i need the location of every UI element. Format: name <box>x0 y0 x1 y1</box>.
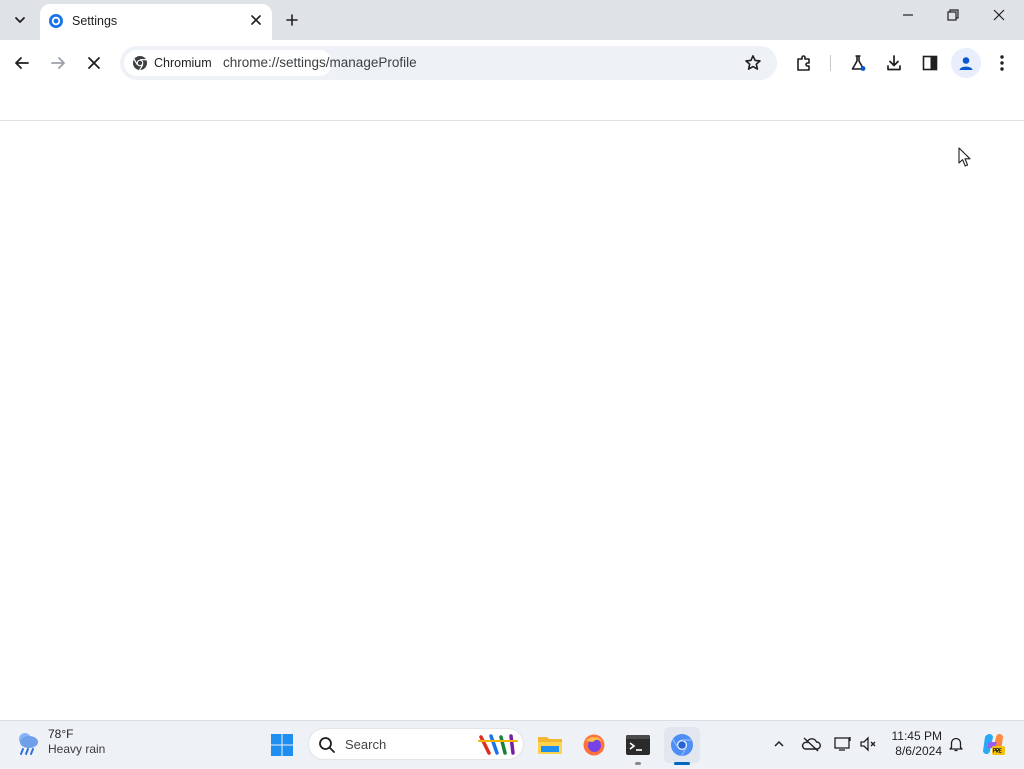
forward-button[interactable] <box>43 48 73 78</box>
close-icon <box>251 15 261 25</box>
chromium-icon <box>133 56 147 71</box>
plus-icon <box>286 14 298 26</box>
search-icon <box>319 737 335 753</box>
mouse-cursor-icon <box>958 147 971 167</box>
notifications-button[interactable] <box>945 733 967 755</box>
show-hidden-icons-button[interactable] <box>768 733 790 755</box>
labs-button[interactable] <box>843 48 873 78</box>
terminal-icon <box>626 735 650 755</box>
stop-icon <box>88 57 100 69</box>
clock-date: 8/6/2024 <box>895 744 942 758</box>
minimize-icon <box>903 14 913 16</box>
search-highlight-art <box>478 734 518 755</box>
taskbar-search[interactable]: Search <box>308 728 524 760</box>
chromium-running-indicator <box>674 762 690 765</box>
volume-icon <box>860 736 876 752</box>
stop-loading-button[interactable] <box>79 48 109 78</box>
weather-description: Heavy rain <box>48 742 106 756</box>
restore-icon <box>947 9 959 21</box>
volume-tray-button[interactable] <box>857 733 879 755</box>
taskbar-clock[interactable]: 11:45 PM 8/6/2024 <box>884 729 942 759</box>
onedrive-tray-button[interactable] <box>800 733 822 755</box>
copilot-button[interactable] <box>978 729 1008 759</box>
close-window-button[interactable] <box>976 0 1022 30</box>
page-content <box>0 121 1024 719</box>
back-button[interactable] <box>7 48 37 78</box>
close-window-icon <box>993 9 1005 21</box>
weather-temperature: 78°F <box>48 727 74 741</box>
network-tray-button[interactable] <box>832 733 854 755</box>
network-icon <box>834 737 851 751</box>
browser-toolbar: Chromium chrome://settings/manageProfile <box>0 40 1024 85</box>
active-tab[interactable]: Settings <box>40 4 272 40</box>
firefox-button[interactable] <box>576 727 612 763</box>
kebab-menu-icon <box>1000 55 1004 71</box>
chromium-taskbar-button[interactable] <box>664 727 700 763</box>
terminal-button[interactable] <box>620 727 656 763</box>
tab-title: Settings <box>72 14 118 28</box>
tab-strip: Settings <box>0 0 1024 40</box>
downloads-button[interactable] <box>879 48 909 78</box>
firefox-icon <box>583 734 605 756</box>
bell-icon <box>949 737 963 752</box>
page-header-strip <box>0 85 1024 121</box>
weather-widget[interactable]: 78°F Heavy rain <box>14 727 105 757</box>
copilot-icon <box>983 734 1005 755</box>
extensions-icon <box>797 55 810 71</box>
settings-favicon <box>49 14 63 28</box>
extensions-button[interactable] <box>789 48 819 78</box>
minimize-button[interactable] <box>885 0 931 30</box>
profile-icon <box>959 57 973 70</box>
windows-start-icon <box>271 734 293 756</box>
forward-arrow-icon <box>51 57 65 69</box>
download-icon <box>887 55 901 71</box>
taskbar: 78°F Heavy rain Search 11:45 PM 8/6/2024 <box>0 720 1024 769</box>
site-info-label: Chromium <box>154 56 212 70</box>
labs-flask-icon <box>851 55 866 71</box>
chromium-taskbar-icon <box>671 734 693 757</box>
url-text[interactable]: chrome://settings/manageProfile <box>223 55 417 70</box>
back-arrow-icon <box>15 57 29 69</box>
bookmark-star-icon <box>745 55 761 70</box>
side-panel-button[interactable] <box>915 48 945 78</box>
tab-search-button[interactable] <box>8 8 32 32</box>
new-tab-button[interactable] <box>280 8 304 32</box>
toolbar-separator <box>830 55 831 71</box>
tab-search-icon <box>15 17 25 24</box>
address-bar[interactable]: Chromium chrome://settings/manageProfile <box>120 46 777 80</box>
terminal-running-indicator <box>635 762 641 765</box>
restore-button[interactable] <box>930 0 976 30</box>
browser-menu-button[interactable] <box>987 48 1017 78</box>
start-button[interactable] <box>264 727 300 763</box>
file-explorer-button[interactable] <box>532 727 568 763</box>
weather-icon <box>19 733 38 755</box>
file-explorer-icon <box>538 737 562 754</box>
side-panel-icon <box>922 55 938 71</box>
onedrive-icon <box>801 737 821 752</box>
search-label: Search <box>345 737 387 752</box>
bookmark-button[interactable] <box>742 52 764 74</box>
tab-close-button[interactable] <box>247 11 265 29</box>
chevron-up-icon <box>774 740 784 747</box>
clock-time: 11:45 PM <box>891 729 942 743</box>
profile-button[interactable] <box>951 48 981 78</box>
